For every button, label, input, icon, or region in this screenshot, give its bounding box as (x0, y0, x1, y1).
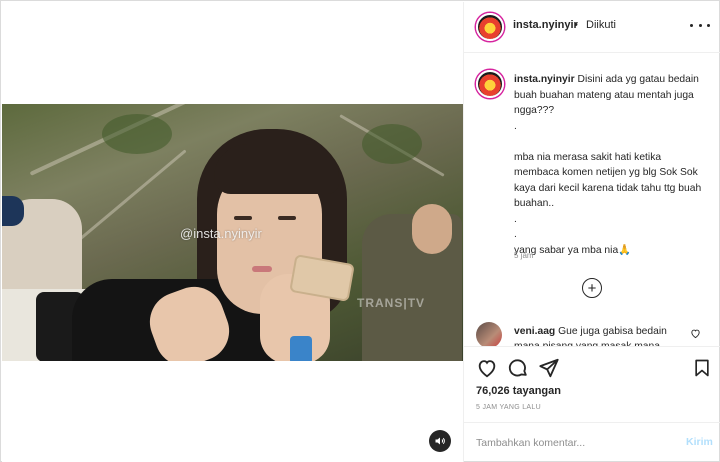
post-timestamp: 5 JAM YANG LALU (476, 404, 541, 411)
caption: insta.nyinyir Disini ada yg gatau bedain… (514, 72, 709, 258)
caption-line: . (514, 213, 517, 225)
sound-toggle-button[interactable] (429, 430, 451, 452)
woman-bangs (214, 144, 339, 194)
caption-username[interactable]: insta.nyinyir (514, 74, 575, 85)
post-modal: @insta.nyinyir TRANS|TV insta.nyinyir • … (0, 0, 720, 462)
video-watermark: @insta.nyinyir (180, 226, 262, 241)
follow-status-button[interactable]: Diikuti (586, 19, 616, 31)
background-foliage (362, 124, 422, 164)
views-count[interactable]: 76,026 tayangan (476, 385, 561, 397)
post-header: insta.nyinyir • Diikuti (464, 2, 720, 53)
eye (234, 216, 252, 220)
more-options-button[interactable] (690, 18, 710, 32)
add-circle-icon: + (587, 279, 597, 297)
eye (278, 216, 296, 220)
heart-icon[interactable] (690, 328, 701, 339)
sound-off-icon (435, 437, 445, 445)
caption-line: . (514, 120, 517, 132)
heart-icon[interactable] (476, 357, 498, 379)
add-comment-bar: Kirim (464, 422, 720, 462)
username-link[interactable]: insta.nyinyir (513, 19, 578, 31)
tv-watermark: TRANS|TV (357, 296, 426, 310)
load-more-comments-button[interactable]: + (582, 278, 602, 298)
helmet (2, 196, 24, 226)
comments-section: insta.nyinyir Disini ada yg gatau bedain… (464, 54, 720, 346)
water-bottle (290, 336, 312, 361)
caption-line: yang sabar ya mba nia🙏 (514, 244, 631, 256)
share-icon[interactable] (538, 357, 560, 379)
commenter-username[interactable]: veni.aag (514, 326, 555, 337)
post-actions: 76,026 tayangan 5 JAM YANG LALU (464, 346, 720, 421)
caption-spacer (514, 134, 709, 150)
video-player[interactable]: @insta.nyinyir TRANS|TV (2, 104, 463, 361)
person-right-arm (412, 204, 452, 254)
avatar[interactable] (476, 13, 504, 41)
mouth (252, 266, 272, 272)
caption-timestamp: 5 jam (514, 251, 534, 260)
comment-input[interactable] (476, 433, 666, 453)
background-foliage (102, 114, 172, 154)
more-icon (690, 23, 693, 27)
separator-dot: • (574, 19, 578, 31)
comment-icon[interactable] (507, 357, 529, 379)
caption-line: mba nia merasa sakit hati ketika membaca… (514, 151, 705, 210)
caption-avatar[interactable] (476, 70, 504, 98)
bookmark-icon[interactable] (692, 357, 712, 379)
post-side-panel: insta.nyinyir • Diikuti insta.nyinyir Di… (463, 2, 720, 462)
background-branch (77, 149, 187, 242)
commenter-avatar[interactable] (476, 322, 502, 346)
caption-line: . (514, 229, 517, 240)
post-comment-button[interactable]: Kirim (686, 436, 713, 448)
comment: veni.aag Gue juga gabisa bedain mana pis… (514, 324, 689, 346)
media-panel: @insta.nyinyir TRANS|TV (2, 2, 463, 462)
